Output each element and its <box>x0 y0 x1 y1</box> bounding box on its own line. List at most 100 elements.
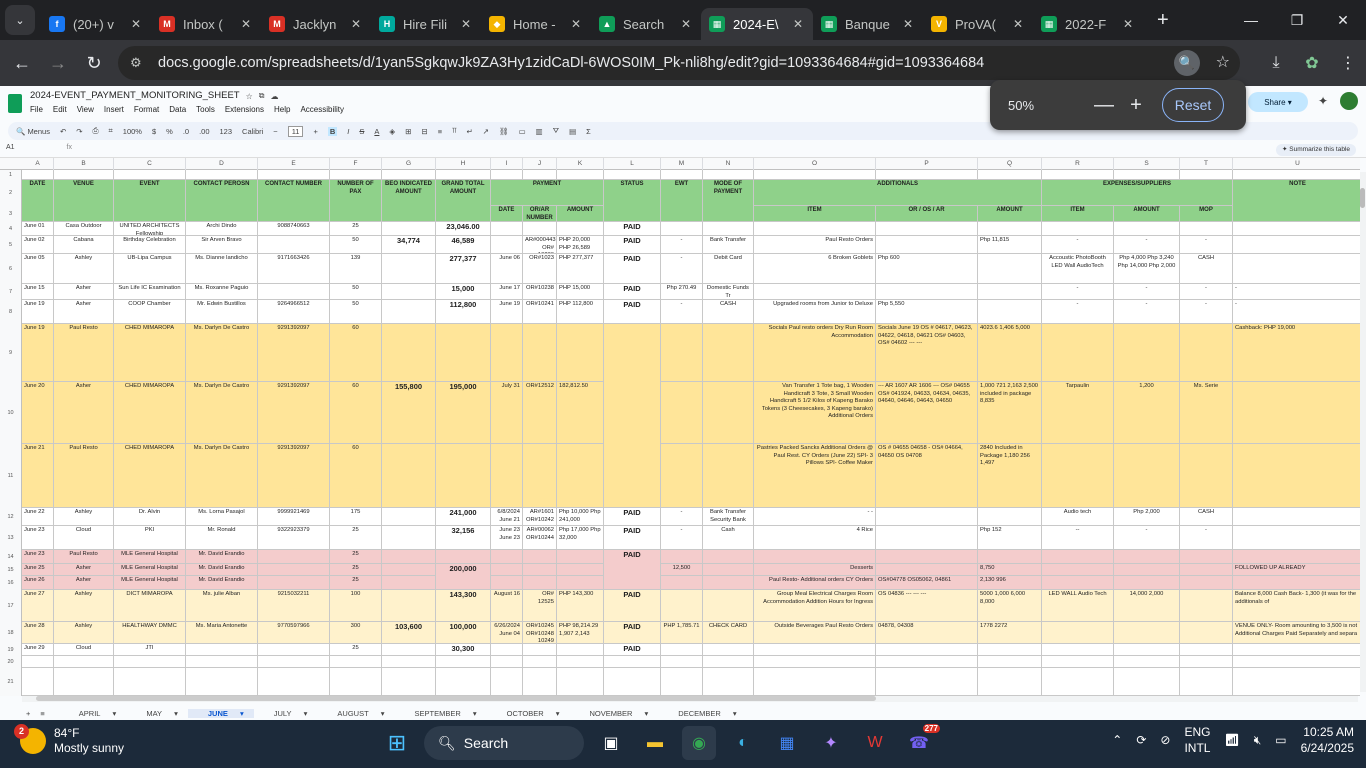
subheader-item[interactable]: ITEM <box>754 206 876 222</box>
addamt-cell[interactable] <box>978 284 1042 300</box>
pamt-cell[interactable] <box>557 324 604 382</box>
header-expenses[interactable]: EXPENSES/SUPPLIERS <box>1042 180 1233 206</box>
empty-cell[interactable] <box>186 170 258 180</box>
valign-icon[interactable]: ⫪ <box>452 126 456 136</box>
sync-icon[interactable]: ⟳ <box>1136 733 1146 747</box>
date-cell[interactable]: June 25 <box>22 564 54 576</box>
venue-cell[interactable]: Asher <box>54 284 114 300</box>
text-color-button[interactable]: A <box>374 127 379 136</box>
date-cell[interactable]: June 22 <box>22 508 54 526</box>
beo-cell[interactable] <box>382 284 436 300</box>
browser-tab[interactable]: ▦ 2022-F ✕ <box>1033 8 1143 40</box>
eamt-cell[interactable]: Php 2,000 <box>1114 508 1180 526</box>
or-cell[interactable]: AR#1601 OR#10242 <box>523 508 557 526</box>
item-cell[interactable]: Outside Beverages Paul Resto Orders <box>754 622 876 644</box>
empty-cell[interactable] <box>604 668 661 696</box>
eamt-cell[interactable]: - <box>1114 526 1180 550</box>
column-header[interactable]: A <box>22 158 54 170</box>
person-cell[interactable]: Ms. Darlyn De Castro <box>186 324 258 382</box>
sheet-tab-september[interactable]: SEPTEMBER ▾ <box>395 709 487 718</box>
empty-cell[interactable] <box>382 668 436 696</box>
pax-cell[interactable]: 60 <box>330 382 382 444</box>
empty-cell[interactable] <box>258 656 330 668</box>
row-header[interactable]: 14 <box>0 550 22 564</box>
row-header[interactable]: 12 <box>0 508 22 526</box>
row-header[interactable]: 9 <box>0 324 22 382</box>
eitem-cell[interactable] <box>1042 576 1114 590</box>
empty-cell[interactable] <box>1042 668 1114 696</box>
font-increase-icon[interactable]: + <box>313 127 317 136</box>
eamt-cell[interactable] <box>1114 576 1180 590</box>
ewt-cell[interactable] <box>661 576 703 590</box>
empty-cell[interactable] <box>523 170 557 180</box>
item-cell[interactable]: Van Transfer 1 Tote bag, 1 Wooden Handic… <box>754 382 876 444</box>
menu-file[interactable]: File <box>30 105 43 114</box>
addamt-cell[interactable] <box>978 254 1042 284</box>
emop-cell[interactable]: Ms. Serie <box>1180 382 1233 444</box>
date-cell[interactable]: June 23 <box>22 526 54 550</box>
horizontal-scrollbar[interactable] <box>22 696 1358 702</box>
menu-insert[interactable]: Insert <box>104 105 124 114</box>
status-cell[interactable]: PAID <box>604 222 661 236</box>
mop-cell[interactable]: Domestic Funds Tr <box>703 284 754 300</box>
subheader-amount[interactable]: AMOUNT <box>978 206 1042 222</box>
venue-cell[interactable]: Asher <box>54 564 114 576</box>
pdate-cell[interactable]: August 16 <box>491 590 523 622</box>
emop-cell[interactable] <box>1180 550 1233 564</box>
horizontal-scrollbar-thumb[interactable] <box>36 696 876 701</box>
browser-tab[interactable]: ▲ Search ✕ <box>591 8 701 40</box>
note-cell[interactable] <box>1233 508 1360 526</box>
eitem-cell[interactable] <box>1042 222 1114 236</box>
column-header[interactable]: T <box>1180 158 1233 170</box>
restore-icon[interactable]: ❐ <box>1274 0 1320 40</box>
or-cell[interactable] <box>523 564 557 576</box>
beo-cell[interactable] <box>382 526 436 550</box>
number-cell[interactable]: 9322923379 <box>258 526 330 550</box>
viber-icon[interactable]: ☎ 277 <box>902 724 940 760</box>
sheet-tab-august[interactable]: AUGUST ▾ <box>317 709 394 718</box>
emop-cell[interactable]: CASH <box>1180 508 1233 526</box>
person-cell[interactable]: Ms. Lorna Pasajol <box>186 508 258 526</box>
note-cell[interactable] <box>1233 236 1360 254</box>
emop-cell[interactable] <box>1180 590 1233 622</box>
sheet-tab-june[interactable]: JUNE ▾ <box>187 708 254 718</box>
tab-close-icon[interactable]: ✕ <box>1121 17 1135 31</box>
emop-cell[interactable] <box>1180 564 1233 576</box>
browser-tab[interactable]: ▦ 2024-E\ ✕ <box>701 8 813 40</box>
column-header[interactable]: N <box>703 158 754 170</box>
status-cell[interactable]: PAID <box>604 236 661 254</box>
status-cell[interactable]: PAID <box>604 526 661 550</box>
event-cell[interactable]: CHED MIMAROPA <box>114 382 186 444</box>
pamt-cell[interactable]: 182,812.50 <box>557 382 604 444</box>
tab-close-icon[interactable]: ✕ <box>349 17 363 31</box>
date-cell[interactable]: June 01 <box>22 222 54 236</box>
oros-cell[interactable]: Socials June 19 OS # 04617, 04623, 04622… <box>876 324 978 382</box>
oros-cell[interactable] <box>876 222 978 236</box>
oros-cell[interactable]: OS#04778 OS05062, 04861 <box>876 576 978 590</box>
pamt-cell[interactable] <box>557 564 604 576</box>
url-bar[interactable]: ⚙ docs.google.com/spreadsheets/d/1yan5Sg… <box>118 46 1240 80</box>
event-cell[interactable]: MLE General Hospital <box>114 576 186 590</box>
venue-cell[interactable]: Asher <box>54 576 114 590</box>
note-cell[interactable] <box>1233 382 1360 444</box>
addamt-cell[interactable] <box>978 300 1042 324</box>
sheet-tab-april[interactable]: APRIL ▾ <box>59 709 127 718</box>
row-header[interactable]: 18 <box>0 622 22 644</box>
empty-cell[interactable] <box>436 170 491 180</box>
document-title[interactable]: 2024-EVENT_PAYMENT_MONITORING_SHEET <box>30 90 240 102</box>
addamt-cell[interactable]: 5000 1,000 6,000 8,000 <box>978 590 1042 622</box>
eamt-cell[interactable] <box>1114 324 1180 382</box>
eitem-cell[interactable] <box>1042 550 1114 564</box>
beo-cell[interactable] <box>382 222 436 236</box>
rotate-icon[interactable]: ↗ <box>483 127 489 136</box>
empty-cell[interactable] <box>1114 668 1180 696</box>
column-header[interactable]: O <box>754 158 876 170</box>
number-cell[interactable] <box>258 236 330 254</box>
add-sheet-icon[interactable]: + <box>0 709 34 718</box>
increase-decimal-button[interactable]: .00 <box>199 127 209 136</box>
empty-cell[interactable] <box>491 668 523 696</box>
row-header[interactable]: 11 <box>0 444 22 508</box>
mop-cell[interactable] <box>703 444 754 508</box>
emop-cell[interactable] <box>1180 644 1233 656</box>
ewt-cell[interactable]: - <box>661 526 703 550</box>
